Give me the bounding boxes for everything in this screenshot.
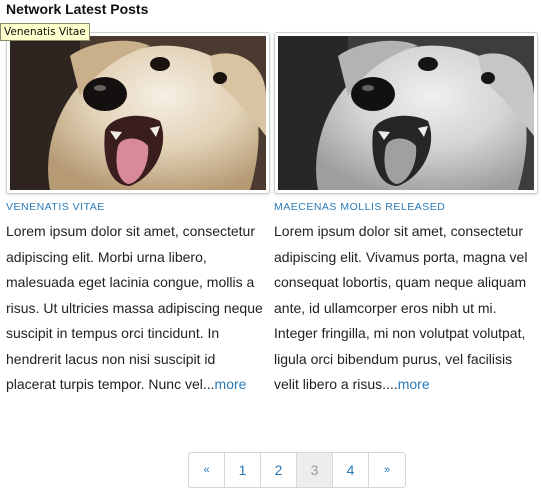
tooltip: Venenatis Vitae — [0, 23, 90, 41]
pagination: « 1 2 3 4 » — [188, 452, 406, 488]
post-title-link[interactable]: VENENATIS VITAE — [6, 201, 266, 213]
widget-title: Network Latest Posts — [6, 1, 149, 17]
pagination-page-1[interactable]: 1 — [225, 453, 261, 487]
read-more-link[interactable]: more — [398, 376, 430, 392]
post-title-link[interactable]: MAECENAS MOLLIS RELEASED — [274, 201, 534, 213]
pagination-prev-button[interactable]: « — [189, 453, 225, 487]
post-excerpt-text: Lorem ipsum dolor sit amet, consectetur … — [6, 223, 263, 392]
pagination-next-button[interactable]: » — [369, 453, 405, 487]
post-excerpt: Lorem ipsum dolor sit amet, consectetur … — [6, 219, 266, 398]
post-thumbnail-link[interactable] — [274, 32, 538, 194]
post-card: VENENATIS VITAE Lorem ipsum dolor sit am… — [6, 32, 270, 398]
pagination-page-2[interactable]: 2 — [261, 453, 297, 487]
pagination-page-3-current: 3 — [297, 453, 333, 487]
pagination-page-4[interactable]: 4 — [333, 453, 369, 487]
post-excerpt: Lorem ipsum dolor sit amet, consectetur … — [274, 219, 534, 398]
post-thumbnail-link[interactable] — [6, 32, 270, 194]
dog-photo-color — [10, 36, 266, 190]
post-card: MAECENAS MOLLIS RELEASED Lorem ipsum dol… — [274, 32, 538, 398]
dog-photo-grayscale — [278, 36, 534, 190]
read-more-link[interactable]: more — [215, 376, 247, 392]
post-excerpt-text: Lorem ipsum dolor sit amet, consectetur … — [274, 223, 528, 392]
